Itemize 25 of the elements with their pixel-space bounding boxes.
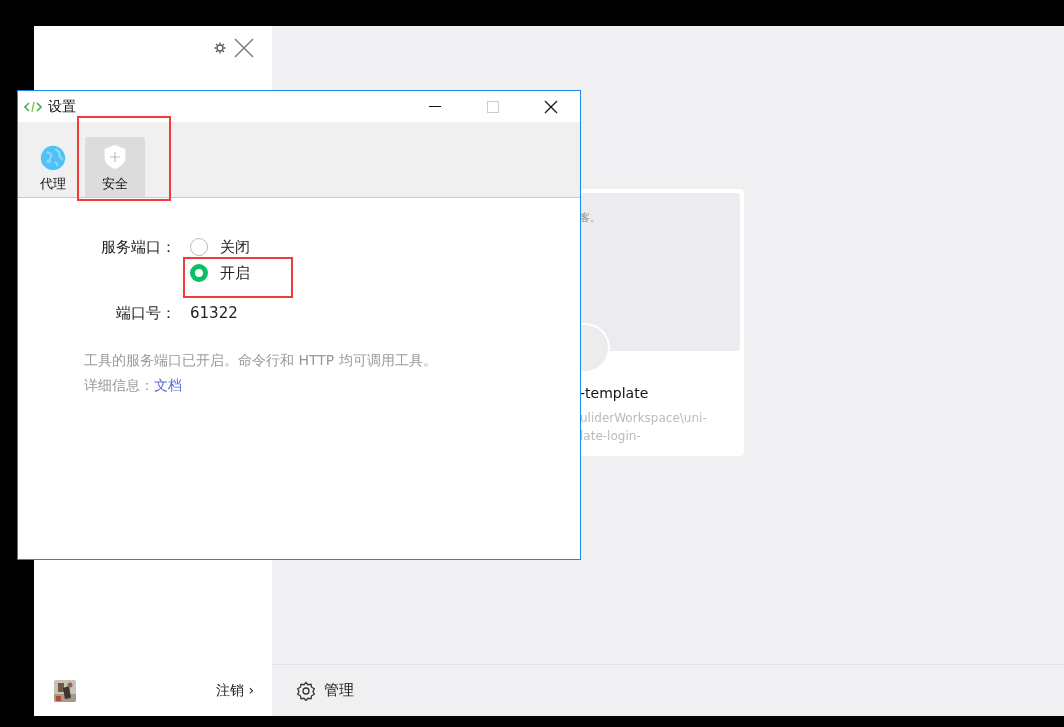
project-title: -template xyxy=(580,385,649,401)
radio-option[interactable]: 开启 xyxy=(190,262,580,284)
field-label: 端口号： xyxy=(115,303,176,324)
option-label: 开启 xyxy=(220,263,250,284)
window-title: 设置 xyxy=(48,97,76,116)
preview-text: 客。 xyxy=(580,211,600,225)
minimize-icon[interactable] xyxy=(429,105,441,108)
docs-link[interactable]: 文档 xyxy=(154,377,182,393)
project-path: uliderWorkspace\uni- late-login- xyxy=(580,410,707,445)
code-icon xyxy=(24,100,42,113)
field-label: 服务端口： xyxy=(100,237,176,258)
gear-icon xyxy=(296,680,316,701)
settings-tab[interactable]: 代理 xyxy=(33,139,73,197)
settings-tab[interactable]: 安全 xyxy=(85,137,145,197)
info-text: 工具的服务端口已开启。命令行和 HTTP 均可调用工具。详细信息：文档 xyxy=(84,351,438,395)
close-icon[interactable] xyxy=(544,99,558,114)
logout-button[interactable]: 注销 › xyxy=(215,681,254,700)
project-card[interactable]: 客。 -template uliderWorkspace\uni- late-login- xyxy=(580,189,744,456)
radio-option[interactable]: 关闭 xyxy=(190,236,580,258)
manage-button[interactable]: 管理 xyxy=(296,680,354,701)
radio-button[interactable] xyxy=(190,238,208,256)
option-label: 关闭 xyxy=(220,237,250,258)
radio-button[interactable] xyxy=(190,264,208,282)
settings-icon[interactable] xyxy=(214,42,226,54)
port-value: 61322 xyxy=(190,303,239,324)
